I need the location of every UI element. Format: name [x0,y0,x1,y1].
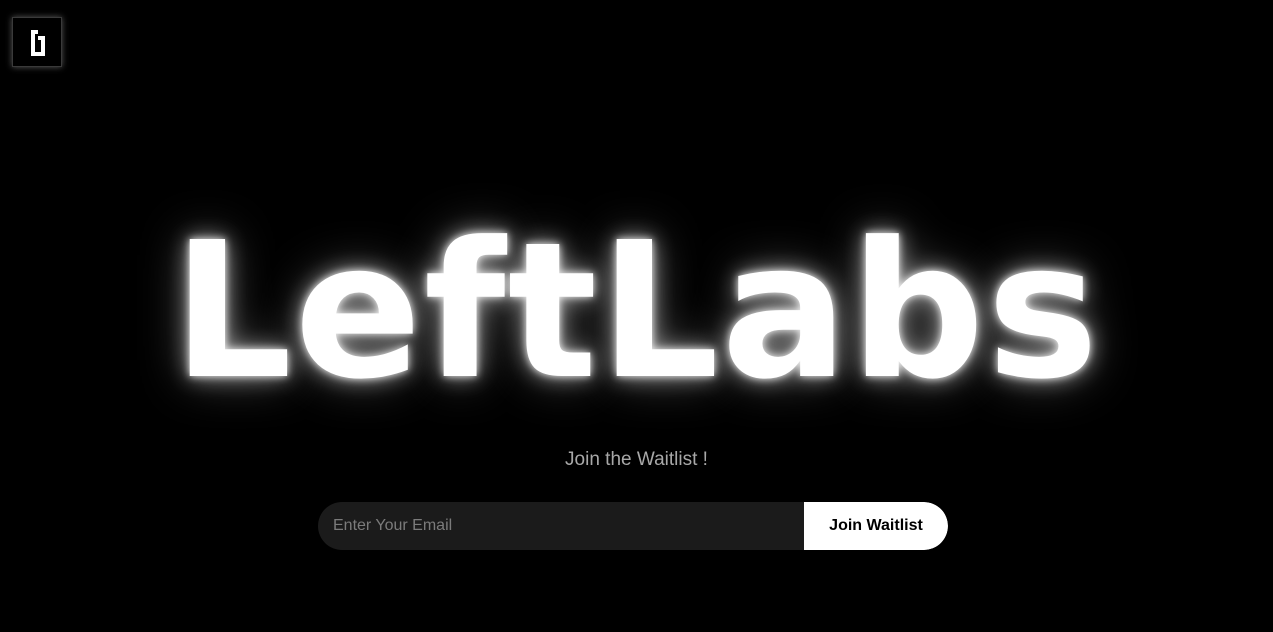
hero-title: LeftLabs [172,202,1101,421]
waitlist-form: Join Waitlist [318,502,948,550]
join-waitlist-button[interactable]: Join Waitlist [804,502,948,550]
landing-page: LeftLabs Join the Waitlist ! Join Waitli… [0,0,1273,632]
logo-glyph [31,30,45,56]
email-input[interactable] [318,502,804,550]
leftlabs-logo-icon[interactable] [12,17,62,67]
waitlist-subtitle: Join the Waitlist ! [565,449,708,470]
